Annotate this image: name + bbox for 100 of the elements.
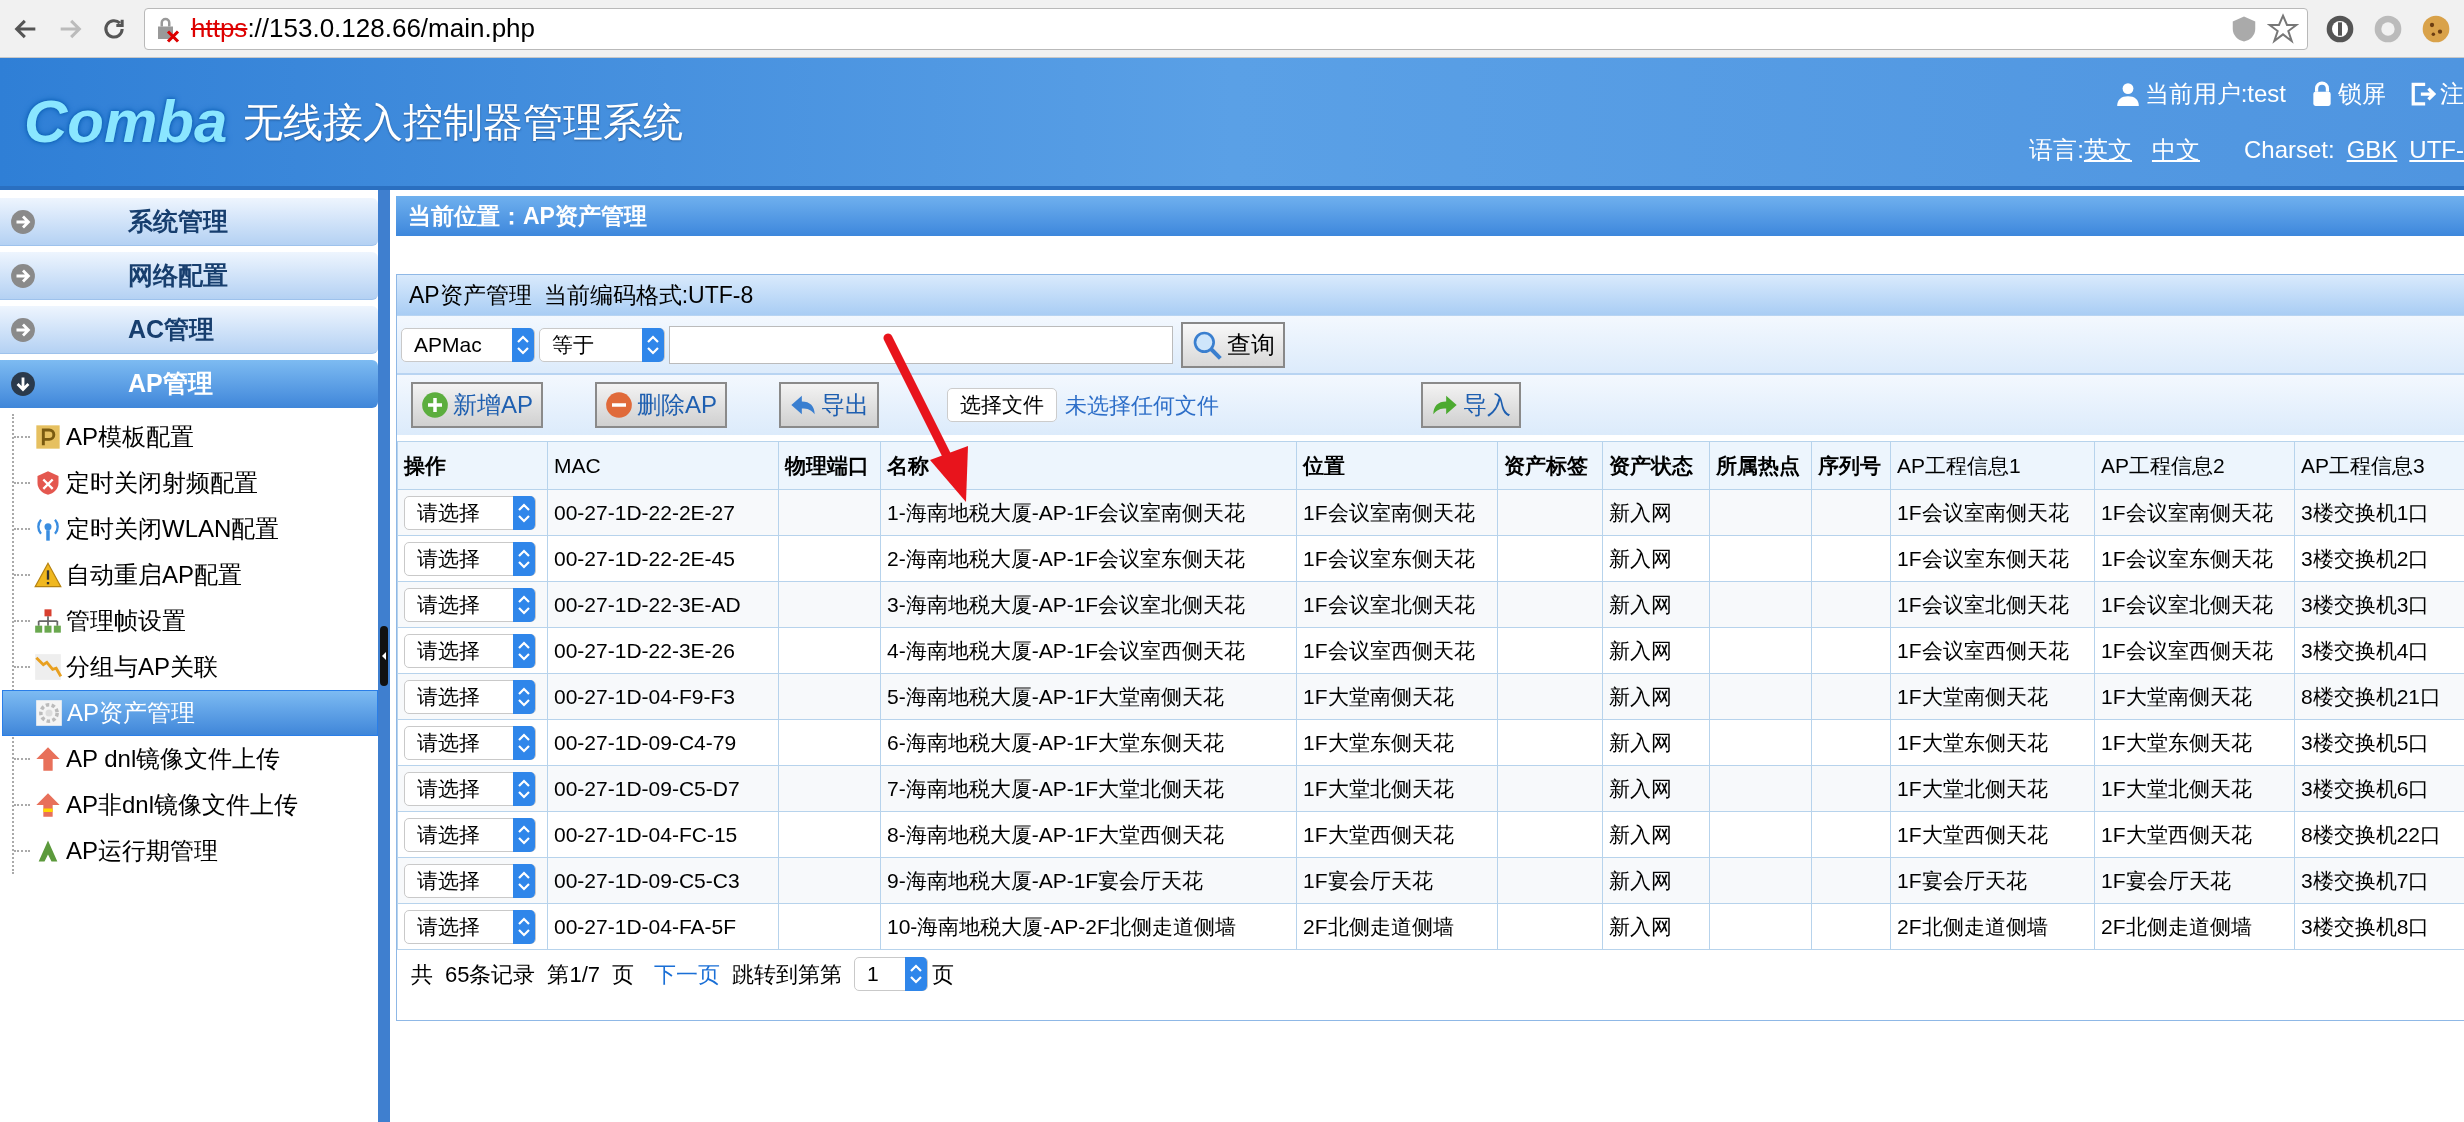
- bookmark-star-icon[interactable]: [2267, 12, 2299, 45]
- page-label: 页: [932, 960, 955, 989]
- table-cell: 新入网: [1602, 673, 1710, 720]
- column-header: AP工程信息3: [2294, 441, 2464, 490]
- stepper-icon: [513, 863, 535, 898]
- table-cell: 新入网: [1602, 857, 1710, 904]
- add-icon: [421, 391, 449, 419]
- export-button[interactable]: 导出: [779, 382, 880, 428]
- collapse-handle-icon[interactable]: [379, 626, 389, 686]
- stepper-icon: [905, 957, 928, 991]
- encoding-label: 当前编码格式:UTF-8: [543, 280, 754, 310]
- table-cell: 6-海南地税大厦-AP-1F大堂东侧天花: [880, 719, 1297, 766]
- search-button[interactable]: 查询: [1181, 321, 1285, 368]
- upload-arrow-icon: [34, 791, 62, 819]
- sidebar-item[interactable]: 分组与AP关联: [2, 644, 378, 690]
- row-action-select[interactable]: 请选择: [404, 679, 536, 714]
- splitter-bar[interactable]: [378, 190, 390, 1122]
- system-title: 无线接入控制器管理系统: [243, 99, 684, 146]
- sidebar-section-header[interactable]: AC管理: [0, 306, 378, 354]
- table-cell: 00-27-1D-22-2E-45: [547, 535, 779, 582]
- table-cell: 00-27-1D-04-FA-5F: [547, 903, 779, 950]
- page-label: 页: [612, 960, 635, 989]
- table-cell: 新入网: [1602, 719, 1710, 766]
- delete-ap-button[interactable]: 删除AP: [595, 382, 728, 428]
- add-ap-button[interactable]: 新增AP: [411, 382, 543, 428]
- stepper-icon: [642, 327, 664, 362]
- table-cell: 新入网: [1602, 811, 1710, 858]
- row-action-select[interactable]: 请选择: [404, 909, 536, 944]
- remove-icon: [605, 391, 633, 419]
- next-page-link[interactable]: 下一页: [654, 957, 721, 991]
- sidebar-item[interactable]: 定时关闭射频配置: [2, 460, 378, 506]
- stepper-icon: [513, 771, 535, 806]
- choose-file-button[interactable]: 选择文件: [947, 388, 1058, 422]
- row-action-select[interactable]: 请选择: [404, 587, 536, 622]
- table-cell: 1F大堂北侧天花: [1296, 765, 1498, 812]
- column-header: 资产状态: [1602, 441, 1710, 490]
- jump-label: 跳转到第第: [732, 960, 843, 989]
- column-header: AP工程信息1: [1890, 441, 2095, 490]
- chart-icon: [34, 653, 62, 681]
- table-cell: 1F会议室北侧天花: [2094, 581, 2295, 628]
- stepper-icon: [513, 817, 535, 852]
- table-cell: 1F会议室北侧天花: [1890, 581, 2095, 628]
- sidebar-item[interactable]: 管理帧设置: [2, 598, 378, 644]
- table-cell: 1F大堂南侧天花: [1890, 673, 2095, 720]
- table-cell: 7-海南地税大厦-AP-1F大堂北侧天花: [880, 765, 1297, 812]
- row-action-select[interactable]: 请选择: [404, 541, 536, 576]
- table-cell: 1F大堂北侧天花: [2094, 765, 2295, 812]
- table-cell: 00-27-1D-09-C4-79: [547, 719, 779, 766]
- import-button[interactable]: 导入: [1421, 382, 1522, 428]
- breadcrumb-bar: 当前位置：AP资产管理: [396, 196, 2464, 236]
- row-action-select[interactable]: 请选择: [404, 633, 536, 668]
- page-select[interactable]: 1: [854, 957, 929, 991]
- row-action-select[interactable]: 请选择: [404, 495, 536, 530]
- table-cell: 1F大堂北侧天花: [1890, 765, 2095, 812]
- row-action-select[interactable]: 请选择: [404, 817, 536, 852]
- language-label: 语言:: [2029, 135, 2084, 165]
- sidebar-item[interactable]: 定时关闭WLAN配置: [2, 506, 378, 552]
- table-cell: 1F会议室东侧天花: [1890, 535, 2095, 582]
- table-cell: 新入网: [1602, 903, 1710, 950]
- record-count: 65条记录: [445, 960, 536, 989]
- sidebar-item[interactable]: AP运行期管理: [2, 828, 378, 874]
- stepper-icon: [513, 587, 535, 622]
- total-label: 共: [411, 960, 433, 989]
- sidebar-item[interactable]: AP模板配置: [2, 414, 378, 460]
- lock-icon[interactable]: [2310, 81, 2334, 107]
- logo: Comba: [24, 92, 228, 152]
- hierarchy-icon: [34, 607, 62, 635]
- letter-tile-icon: [34, 423, 62, 451]
- table-cell: 00-27-1D-22-3E-26: [547, 627, 779, 674]
- table-cell: 00-27-1D-22-2E-27: [547, 489, 779, 536]
- table-cell: 1F会议室东侧天花: [1296, 535, 1498, 582]
- table-cell: 1F会议室南侧天花: [1890, 489, 2095, 536]
- stepper-icon: [513, 679, 535, 714]
- sidebar-section-header[interactable]: 系统管理: [0, 198, 378, 246]
- row-action-select[interactable]: 请选择: [404, 771, 536, 806]
- stepper-icon: [512, 327, 534, 362]
- row-action-select[interactable]: 请选择: [404, 725, 536, 760]
- column-header: MAC: [547, 441, 779, 490]
- table-cell: 新入网: [1602, 581, 1710, 628]
- operator-select[interactable]: 等于: [539, 327, 665, 362]
- sidebar-item[interactable]: AP dnl镜像文件上传: [2, 736, 378, 782]
- stepper-icon: [513, 909, 535, 944]
- charset-label: Charset:: [2243, 135, 2335, 165]
- address-bar[interactable]: https://153.0.128.66/main.php: [144, 7, 2308, 50]
- field-select[interactable]: APMac: [401, 327, 535, 362]
- table-cell: 1F大堂南侧天花: [1296, 673, 1498, 720]
- logout-icon[interactable]: [2410, 81, 2436, 107]
- table-cell: 1F会议室西侧天花: [1296, 627, 1498, 674]
- search-input[interactable]: [669, 325, 1173, 364]
- column-header: 资产标签: [1497, 441, 1603, 490]
- sidebar-item[interactable]: AP非dnl镜像文件上传: [2, 782, 378, 828]
- file-status-text: 未选择任何文件: [1065, 391, 1220, 420]
- sidebar-item[interactable]: 自动重启AP配置: [2, 552, 378, 598]
- table-cell: 1F大堂西侧天花: [2094, 811, 2295, 858]
- column-header: 位置: [1296, 441, 1498, 490]
- url-text: https://153.0.128.66/main.php: [191, 12, 536, 45]
- row-action-select[interactable]: 请选择: [404, 863, 536, 898]
- sidebar-section-header[interactable]: 网络配置: [0, 252, 378, 300]
- column-header: 物理端口: [778, 441, 881, 490]
- table-cell: 1F会议室东侧天花: [2094, 535, 2295, 582]
